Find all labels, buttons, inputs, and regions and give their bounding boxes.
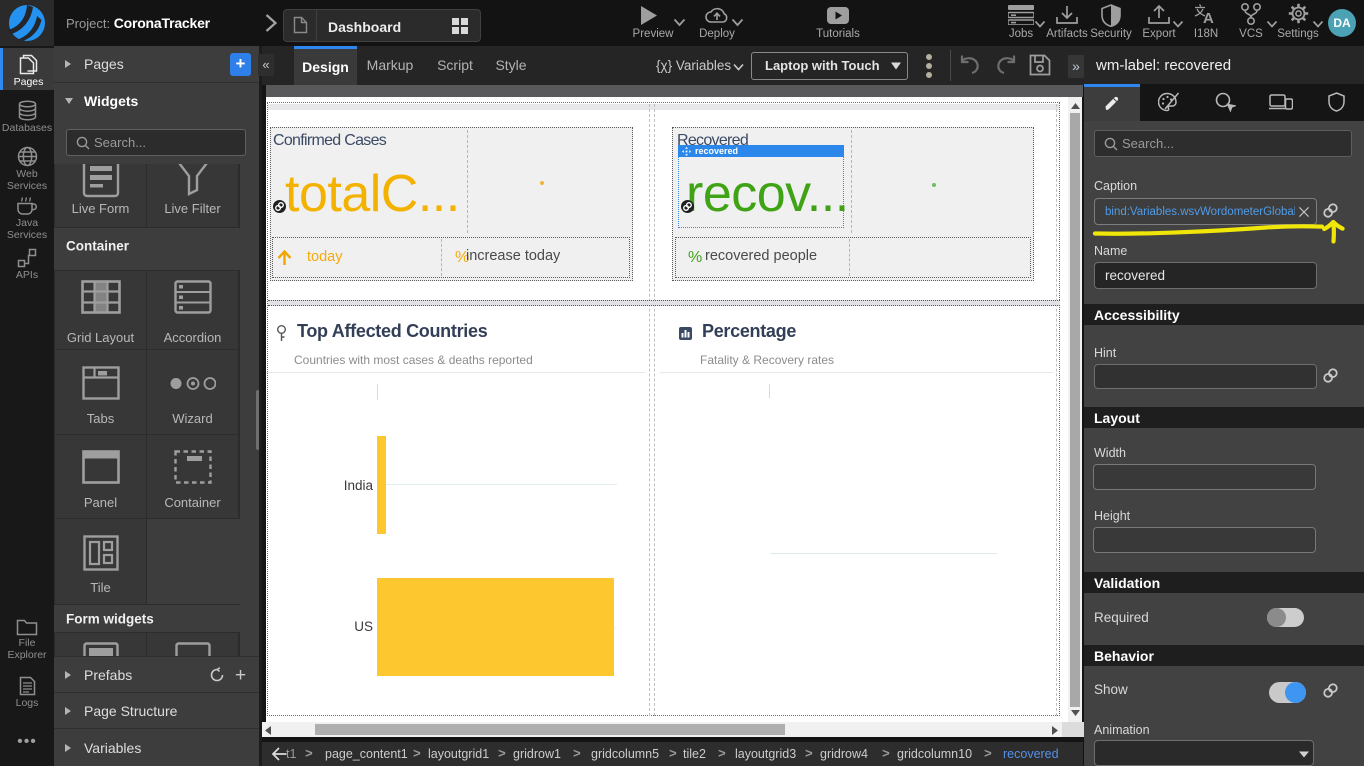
svg-text:A: A [1203,10,1214,25]
